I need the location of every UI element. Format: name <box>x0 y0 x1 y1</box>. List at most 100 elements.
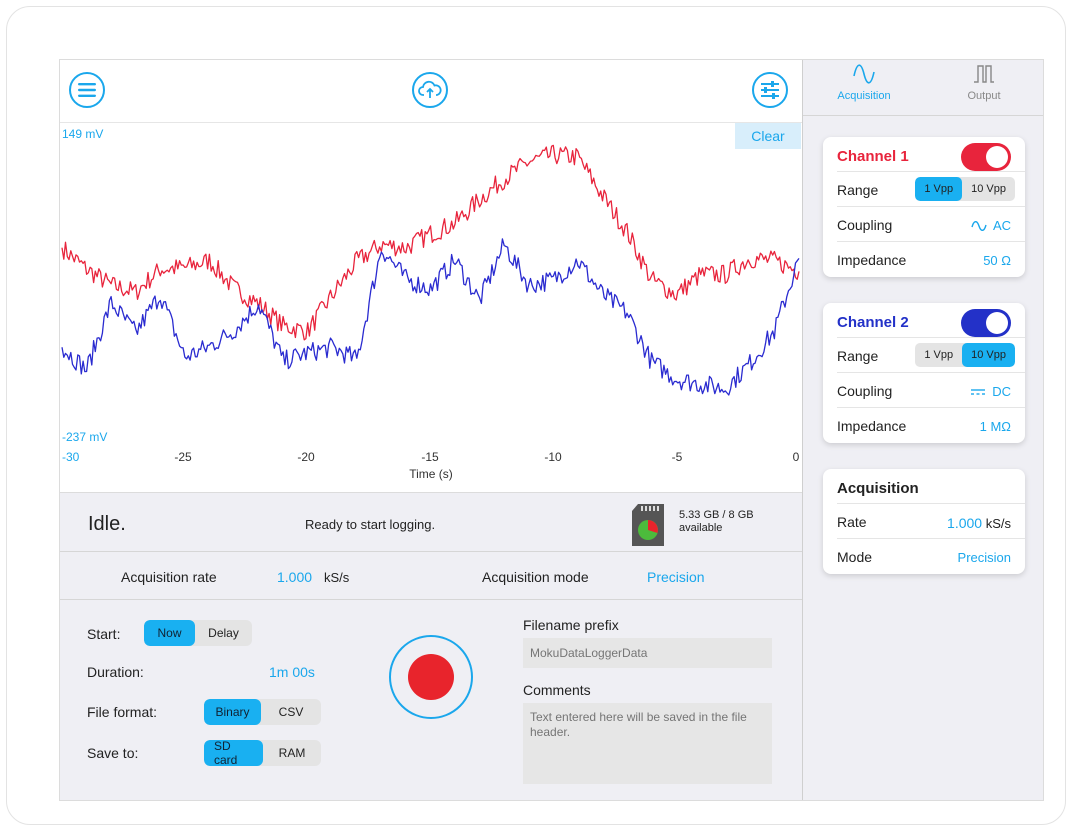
acquisition-card-mode-value: Precision <box>957 550 1011 565</box>
channel2-range-label: Range <box>837 348 879 364</box>
start-now-option[interactable]: Now <box>144 620 195 646</box>
settings-panel: Acquisition Output Channel 1 Range 1 Vpp… <box>803 60 1043 800</box>
start-delay-option[interactable]: Delay <box>195 620 252 646</box>
acquisition-rate-label: Acquisition rate <box>121 569 217 585</box>
acquisition-card-rate-unit: kS/s <box>985 516 1011 531</box>
x-tick-label: -25 <box>174 450 192 464</box>
start-label: Start: <box>87 626 121 642</box>
channel1-title: Channel 1 <box>837 148 909 165</box>
channel1-coupling-row[interactable]: Coupling AC <box>837 207 1025 242</box>
channel2-header: Channel 2 <box>837 303 1025 338</box>
tab-output[interactable]: Output <box>944 64 1024 102</box>
channel2-card: Channel 2 Range 1 Vpp 10 Vpp Coupling DC… <box>823 303 1025 443</box>
x-tick-label: -30 <box>62 450 80 464</box>
x-tick-label: -5 <box>671 450 683 464</box>
acquisition-card-title: Acquisition <box>837 480 919 497</box>
acquisition-card-mode-label: Mode <box>837 549 873 565</box>
start-segmented-control: Now Delay <box>144 620 252 646</box>
x-tick-label: 0 <box>792 450 800 464</box>
channel1-range-label: Range <box>837 182 879 198</box>
status-message: Ready to start logging. <box>305 517 436 532</box>
comments-input[interactable] <box>523 703 772 784</box>
save-to-segmented-control: SD card RAM <box>204 740 321 766</box>
channel2-trace <box>61 238 800 396</box>
channel2-coupling-value: DC <box>992 384 1011 399</box>
storage-capacity: 5.33 GB / 8 GB <box>679 509 754 521</box>
channel1-coupling-label: Coupling <box>837 217 893 233</box>
channel2-impedance-label: Impedance <box>837 418 907 434</box>
x-tick-label: -15 <box>421 450 439 464</box>
channel2-toggle[interactable] <box>961 309 1011 337</box>
record-icon <box>408 654 454 700</box>
plot-panel: Clear 149 mV -237 mV -30 -25 -20 -15 -10… <box>60 60 802 492</box>
logging-form: Start: Now Delay Duration: 1m 00s File f… <box>60 600 802 800</box>
acquisition-mode-value[interactable]: Precision <box>647 569 705 585</box>
logger-state: Idle. <box>88 513 126 535</box>
channel1-impedance-value: 50 Ω <box>983 253 1011 268</box>
y-bottom-label: -237 mV <box>62 430 108 444</box>
device-frame: Clear 149 mV -237 mV -30 -25 -20 -15 -10… <box>6 6 1066 825</box>
status-bar: Idle. Ready to start logging. 5.33 GB / … <box>60 492 802 552</box>
acquisition-rate-value[interactable]: 1.000 <box>277 569 312 585</box>
channel1-card: Channel 1 Range 1 Vpp 10 Vpp Coupling AC… <box>823 137 1025 277</box>
plot-area[interactable] <box>60 60 802 492</box>
filename-prefix-input[interactable] <box>523 638 772 668</box>
acquisition-card-rate-label: Rate <box>837 514 867 530</box>
acquisition-card-header: Acquisition <box>837 469 1025 504</box>
channel2-range-1vpp[interactable]: 1 Vpp <box>915 343 962 367</box>
storage-info: 5.33 GB / 8 GB available <box>679 509 754 535</box>
acquisition-mode-row[interactable]: Mode Precision <box>837 539 1025 574</box>
format-csv-option[interactable]: CSV <box>261 699 321 725</box>
dc-coupling-icon <box>971 388 986 395</box>
save-ram-option[interactable]: RAM <box>263 740 321 766</box>
filename-prefix-label: Filename prefix <box>523 617 619 633</box>
record-button[interactable] <box>389 635 473 719</box>
panel-tabs: Acquisition Output <box>803 60 1043 116</box>
acquisition-card-rate-value: 1.000 <box>947 515 983 531</box>
channel2-impedance-row[interactable]: Impedance 1 MΩ <box>837 408 1025 443</box>
x-axis-label: Time (s) <box>409 467 453 481</box>
acquisition-card-rate-wrap: 1.000 kS/s <box>947 515 1011 531</box>
comments-label: Comments <box>523 682 591 698</box>
channel2-impedance-value: 1 MΩ <box>979 419 1011 434</box>
channel1-trace <box>61 144 800 341</box>
file-format-label: File format: <box>87 704 158 720</box>
acquisition-card: Acquisition Rate 1.000 kS/s Mode Precisi… <box>823 469 1025 574</box>
acquisition-summary: Acquisition rate 1.000 kS/s Acquisition … <box>60 552 802 600</box>
channel2-range-10vpp[interactable]: 10 Vpp <box>962 343 1015 367</box>
file-format-segmented-control: Binary CSV <box>204 699 321 725</box>
tab-output-label: Output <box>967 90 1001 102</box>
channel1-range-10vpp[interactable]: 10 Vpp <box>962 177 1015 201</box>
channel1-header: Channel 1 <box>837 137 1025 172</box>
tab-acquisition[interactable]: Acquisition <box>824 64 904 102</box>
channel1-range-row: Range 1 Vpp 10 Vpp <box>837 172 1025 207</box>
acquisition-rate-row[interactable]: Rate 1.000 kS/s <box>837 504 1025 539</box>
channel2-title: Channel 2 <box>837 314 909 331</box>
x-tick-label: -10 <box>544 450 562 464</box>
channel1-impedance-row[interactable]: Impedance 50 Ω <box>837 242 1025 277</box>
save-to-label: Save to: <box>87 745 139 761</box>
x-tick-label: -20 <box>297 450 315 464</box>
tab-acquisition-label: Acquisition <box>837 90 891 102</box>
channel2-range-row: Range 1 Vpp 10 Vpp <box>837 338 1025 373</box>
acquisition-mode-label: Acquisition mode <box>482 569 589 585</box>
duration-label: Duration: <box>87 664 144 680</box>
channel2-range-control: 1 Vpp 10 Vpp <box>915 343 1015 367</box>
square-wave-icon <box>974 65 994 83</box>
ac-coupling-icon <box>971 220 987 231</box>
acquisition-rate-unit: kS/s <box>324 570 350 585</box>
channel1-coupling-value-wrap: AC <box>971 218 1011 233</box>
sine-wave-icon <box>853 64 875 84</box>
app-screen: Clear 149 mV -237 mV -30 -25 -20 -15 -10… <box>59 59 1044 801</box>
y-top-label: 149 mV <box>62 127 104 141</box>
duration-value[interactable]: 1m 00s <box>269 664 315 680</box>
channel1-range-1vpp[interactable]: 1 Vpp <box>915 177 963 201</box>
sd-card-icon <box>630 503 666 547</box>
channel2-coupling-value-wrap: DC <box>970 384 1011 399</box>
storage-available: available <box>679 522 723 534</box>
save-sd-card-option[interactable]: SD card <box>204 740 263 766</box>
channel2-coupling-row[interactable]: Coupling DC <box>837 373 1025 408</box>
format-binary-option[interactable]: Binary <box>204 699 261 725</box>
channel2-coupling-label: Coupling <box>837 383 893 399</box>
channel1-toggle[interactable] <box>961 143 1011 171</box>
